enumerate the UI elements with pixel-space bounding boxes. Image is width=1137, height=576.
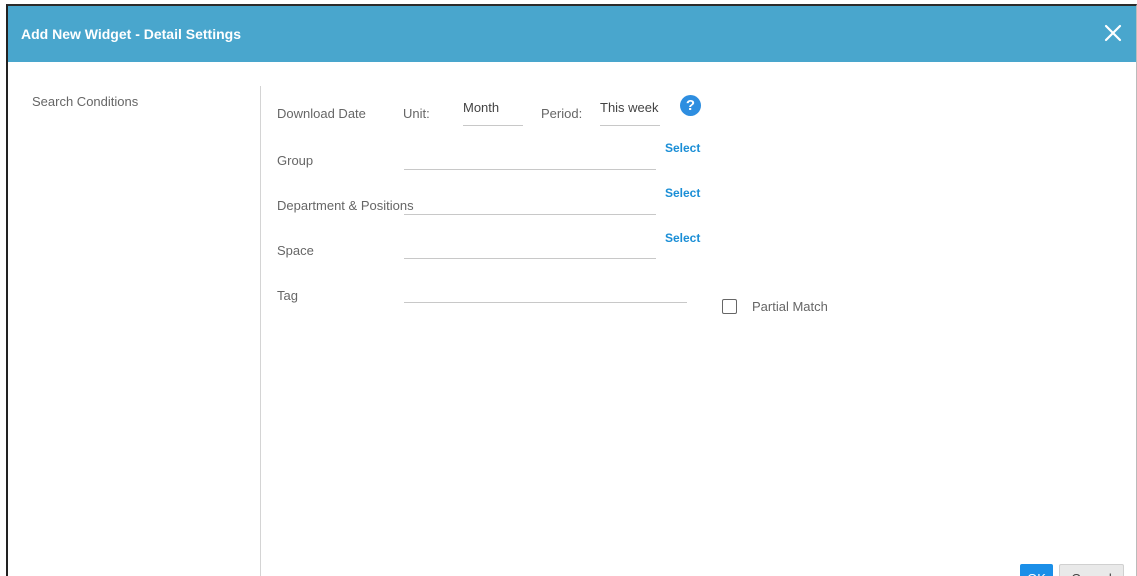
space-label: Space [277,243,314,258]
help-icon[interactable]: ? [680,95,701,116]
dialog-title: Add New Widget - Detail Settings [21,26,241,42]
dialog-header: Add New Widget - Detail Settings [8,6,1136,62]
department-label: Department & Positions [277,198,414,213]
group-field-underline [404,169,656,170]
tag-field-underline [404,302,687,303]
unit-select-underline [463,125,523,126]
space-field-underline [404,258,656,259]
sidebar: Search Conditions [8,62,260,576]
group-label: Group [277,153,314,168]
unit-label: Unit: [403,106,430,121]
ok-button[interactable]: OK [1020,564,1053,576]
department-field-underline [404,214,656,215]
department-select-link[interactable]: Select [665,186,700,200]
sidebar-section-search-conditions[interactable]: Search Conditions [32,94,138,109]
dialog: Add New Widget - Detail Settings Search … [6,4,1137,576]
cancel-button[interactable]: Cancel [1059,564,1124,576]
period-label: Period: [541,106,583,121]
period-select-underline [600,125,660,126]
partial-match-checkbox[interactable] [722,299,737,314]
space-select-link[interactable]: Select [665,231,700,245]
close-icon[interactable] [1104,24,1122,42]
unit-select[interactable]: Month [463,100,521,115]
group-select-link[interactable]: Select [665,141,700,155]
sidebar-divider [260,86,261,576]
period-select[interactable]: This week [600,100,660,115]
tag-label: Tag [277,288,298,303]
download-date-label: Download Date [277,106,366,121]
partial-match-label: Partial Match [752,299,828,314]
